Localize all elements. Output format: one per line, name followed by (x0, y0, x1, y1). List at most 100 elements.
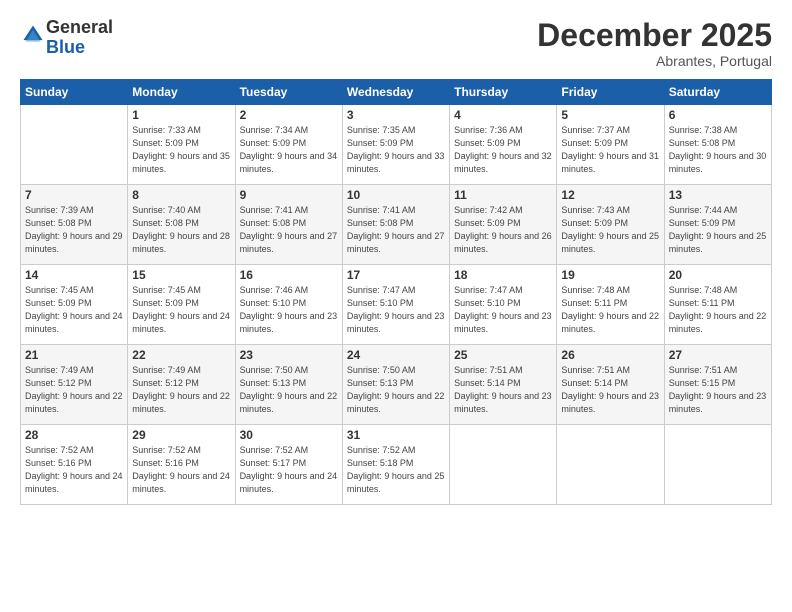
day-number: 26 (561, 348, 659, 362)
calendar-cell-w0-d3: 3 Sunrise: 7:35 AMSunset: 5:09 PMDaylight… (342, 105, 449, 185)
day-number: 9 (240, 188, 338, 202)
day-number: 15 (132, 268, 230, 282)
day-info: Sunrise: 7:51 AMSunset: 5:14 PMDaylight:… (561, 364, 659, 416)
day-number: 11 (454, 188, 552, 202)
day-number: 13 (669, 188, 767, 202)
calendar-cell-w1-d4: 11 Sunrise: 7:42 AMSunset: 5:09 PMDayligh… (450, 185, 557, 265)
week-row-2: 14 Sunrise: 7:45 AMSunset: 5:09 PMDayligh… (21, 265, 772, 345)
day-info: Sunrise: 7:48 AMSunset: 5:11 PMDaylight:… (669, 284, 767, 336)
day-info: Sunrise: 7:49 AMSunset: 5:12 PMDaylight:… (132, 364, 230, 416)
calendar-cell-w0-d0 (21, 105, 128, 185)
calendar-cell-w2-d1: 15 Sunrise: 7:45 AMSunset: 5:09 PMDayligh… (128, 265, 235, 345)
day-info: Sunrise: 7:41 AMSunset: 5:08 PMDaylight:… (347, 204, 445, 256)
calendar-cell-w3-d3: 24 Sunrise: 7:50 AMSunset: 5:13 PMDayligh… (342, 345, 449, 425)
calendar-cell-w3-d6: 27Sunrise: 7:51 AMSunset: 5:15 PMDayligh… (664, 345, 771, 425)
day-number: 17 (347, 268, 445, 282)
day-number: 30 (240, 428, 338, 442)
title-block: December 2025 Abrantes, Portugal (537, 18, 772, 69)
day-info: Sunrise: 7:39 AMSunset: 5:08 PMDaylight:… (25, 204, 123, 256)
calendar-cell-w2-d4: 18 Sunrise: 7:47 AMSunset: 5:10 PMDayligh… (450, 265, 557, 345)
day-number: 25 (454, 348, 552, 362)
header-monday: Monday (128, 80, 235, 105)
day-number: 24 (347, 348, 445, 362)
day-info: Sunrise: 7:48 AMSunset: 5:11 PMDaylight:… (561, 284, 659, 336)
day-number: 8 (132, 188, 230, 202)
day-number: 19 (561, 268, 659, 282)
calendar-cell-w1-d5: 12 Sunrise: 7:43 AMSunset: 5:09 PMDayligh… (557, 185, 664, 265)
day-number: 23 (240, 348, 338, 362)
day-info: Sunrise: 7:50 AMSunset: 5:13 PMDaylight:… (347, 364, 445, 416)
calendar-cell-w3-d2: 23 Sunrise: 7:50 AMSunset: 5:13 PMDayligh… (235, 345, 342, 425)
day-number: 2 (240, 108, 338, 122)
week-row-0: 1 Sunrise: 7:33 AMSunset: 5:09 PMDaylight… (21, 105, 772, 185)
calendar-cell-w4-d1: 29 Sunrise: 7:52 AMSunset: 5:16 PMDayligh… (128, 425, 235, 505)
location: Abrantes, Portugal (537, 53, 772, 69)
day-info: Sunrise: 7:34 AMSunset: 5:09 PMDaylight:… (240, 124, 338, 176)
logo-general-text: General (46, 17, 113, 37)
header-wednesday: Wednesday (342, 80, 449, 105)
calendar-cell-w1-d2: 9 Sunrise: 7:41 AMSunset: 5:08 PMDaylight… (235, 185, 342, 265)
calendar-cell-w4-d3: 31Sunrise: 7:52 AMSunset: 5:18 PMDayligh… (342, 425, 449, 505)
day-number: 29 (132, 428, 230, 442)
day-info: Sunrise: 7:42 AMSunset: 5:09 PMDaylight:… (454, 204, 552, 256)
header-friday: Friday (557, 80, 664, 105)
header: General Blue December 2025 Abrantes, Por… (20, 18, 772, 69)
day-info: Sunrise: 7:52 AMSunset: 5:17 PMDaylight:… (240, 444, 338, 496)
calendar-cell-w0-d2: 2 Sunrise: 7:34 AMSunset: 5:09 PMDaylight… (235, 105, 342, 185)
day-info: Sunrise: 7:33 AMSunset: 5:09 PMDaylight:… (132, 124, 230, 176)
day-info: Sunrise: 7:41 AMSunset: 5:08 PMDaylight:… (240, 204, 338, 256)
weekday-header-row: Sunday Monday Tuesday Wednesday Thursday… (21, 80, 772, 105)
day-info: Sunrise: 7:52 AMSunset: 5:16 PMDaylight:… (132, 444, 230, 496)
day-info: Sunrise: 7:51 AMSunset: 5:14 PMDaylight:… (454, 364, 552, 416)
day-number: 14 (25, 268, 123, 282)
logo-blue-text: Blue (46, 37, 85, 57)
day-info: Sunrise: 7:45 AMSunset: 5:09 PMDaylight:… (132, 284, 230, 336)
day-info: Sunrise: 7:35 AMSunset: 5:09 PMDaylight:… (347, 124, 445, 176)
day-number: 4 (454, 108, 552, 122)
day-number: 12 (561, 188, 659, 202)
calendar-cell-w3-d4: 25 Sunrise: 7:51 AMSunset: 5:14 PMDayligh… (450, 345, 557, 425)
calendar-cell-w2-d2: 16 Sunrise: 7:46 AMSunset: 5:10 PMDayligh… (235, 265, 342, 345)
day-info: Sunrise: 7:52 AMSunset: 5:18 PMDaylight:… (347, 444, 445, 496)
calendar-cell-w1-d0: 7Sunrise: 7:39 AMSunset: 5:08 PMDaylight… (21, 185, 128, 265)
day-number: 1 (132, 108, 230, 122)
day-info: Sunrise: 7:40 AMSunset: 5:08 PMDaylight:… (132, 204, 230, 256)
header-sunday: Sunday (21, 80, 128, 105)
calendar-cell-w3-d0: 21Sunrise: 7:49 AMSunset: 5:12 PMDayligh… (21, 345, 128, 425)
day-info: Sunrise: 7:49 AMSunset: 5:12 PMDaylight:… (25, 364, 123, 416)
day-info: Sunrise: 7:38 AMSunset: 5:08 PMDaylight:… (669, 124, 767, 176)
calendar-cell-w4-d0: 28 Sunrise: 7:52 AMSunset: 5:16 PMDayligh… (21, 425, 128, 505)
day-number: 16 (240, 268, 338, 282)
day-info: Sunrise: 7:37 AMSunset: 5:09 PMDaylight:… (561, 124, 659, 176)
day-info: Sunrise: 7:52 AMSunset: 5:16 PMDaylight:… (25, 444, 123, 496)
day-info: Sunrise: 7:50 AMSunset: 5:13 PMDaylight:… (240, 364, 338, 416)
day-info: Sunrise: 7:36 AMSunset: 5:09 PMDaylight:… (454, 124, 552, 176)
header-saturday: Saturday (664, 80, 771, 105)
calendar-cell-w4-d2: 30 Sunrise: 7:52 AMSunset: 5:17 PMDayligh… (235, 425, 342, 505)
day-info: Sunrise: 7:43 AMSunset: 5:09 PMDaylight:… (561, 204, 659, 256)
day-info: Sunrise: 7:46 AMSunset: 5:10 PMDaylight:… (240, 284, 338, 336)
day-number: 18 (454, 268, 552, 282)
calendar-cell-w4-d4 (450, 425, 557, 505)
calendar-cell-w0-d4: 4 Sunrise: 7:36 AMSunset: 5:09 PMDaylight… (450, 105, 557, 185)
header-thursday: Thursday (450, 80, 557, 105)
week-row-3: 21Sunrise: 7:49 AMSunset: 5:12 PMDayligh… (21, 345, 772, 425)
week-row-1: 7Sunrise: 7:39 AMSunset: 5:08 PMDaylight… (21, 185, 772, 265)
calendar-cell-w4-d5 (557, 425, 664, 505)
day-info: Sunrise: 7:45 AMSunset: 5:09 PMDaylight:… (25, 284, 123, 336)
calendar-cell-w2-d5: 19 Sunrise: 7:48 AMSunset: 5:11 PMDayligh… (557, 265, 664, 345)
calendar-cell-w1-d3: 10Sunrise: 7:41 AMSunset: 5:08 PMDayligh… (342, 185, 449, 265)
day-info: Sunrise: 7:44 AMSunset: 5:09 PMDaylight:… (669, 204, 767, 256)
calendar-cell-w0-d6: 6Sunrise: 7:38 AMSunset: 5:08 PMDaylight… (664, 105, 771, 185)
calendar-cell-w2-d3: 17Sunrise: 7:47 AMSunset: 5:10 PMDayligh… (342, 265, 449, 345)
calendar-cell-w3-d1: 22Sunrise: 7:49 AMSunset: 5:12 PMDayligh… (128, 345, 235, 425)
month-title: December 2025 (537, 18, 772, 53)
logo: General Blue (20, 18, 113, 58)
day-number: 20 (669, 268, 767, 282)
day-info: Sunrise: 7:51 AMSunset: 5:15 PMDaylight:… (669, 364, 767, 416)
calendar-cell-w2-d0: 14 Sunrise: 7:45 AMSunset: 5:09 PMDayligh… (21, 265, 128, 345)
day-number: 28 (25, 428, 123, 442)
header-tuesday: Tuesday (235, 80, 342, 105)
day-number: 3 (347, 108, 445, 122)
day-info: Sunrise: 7:47 AMSunset: 5:10 PMDaylight:… (454, 284, 552, 336)
